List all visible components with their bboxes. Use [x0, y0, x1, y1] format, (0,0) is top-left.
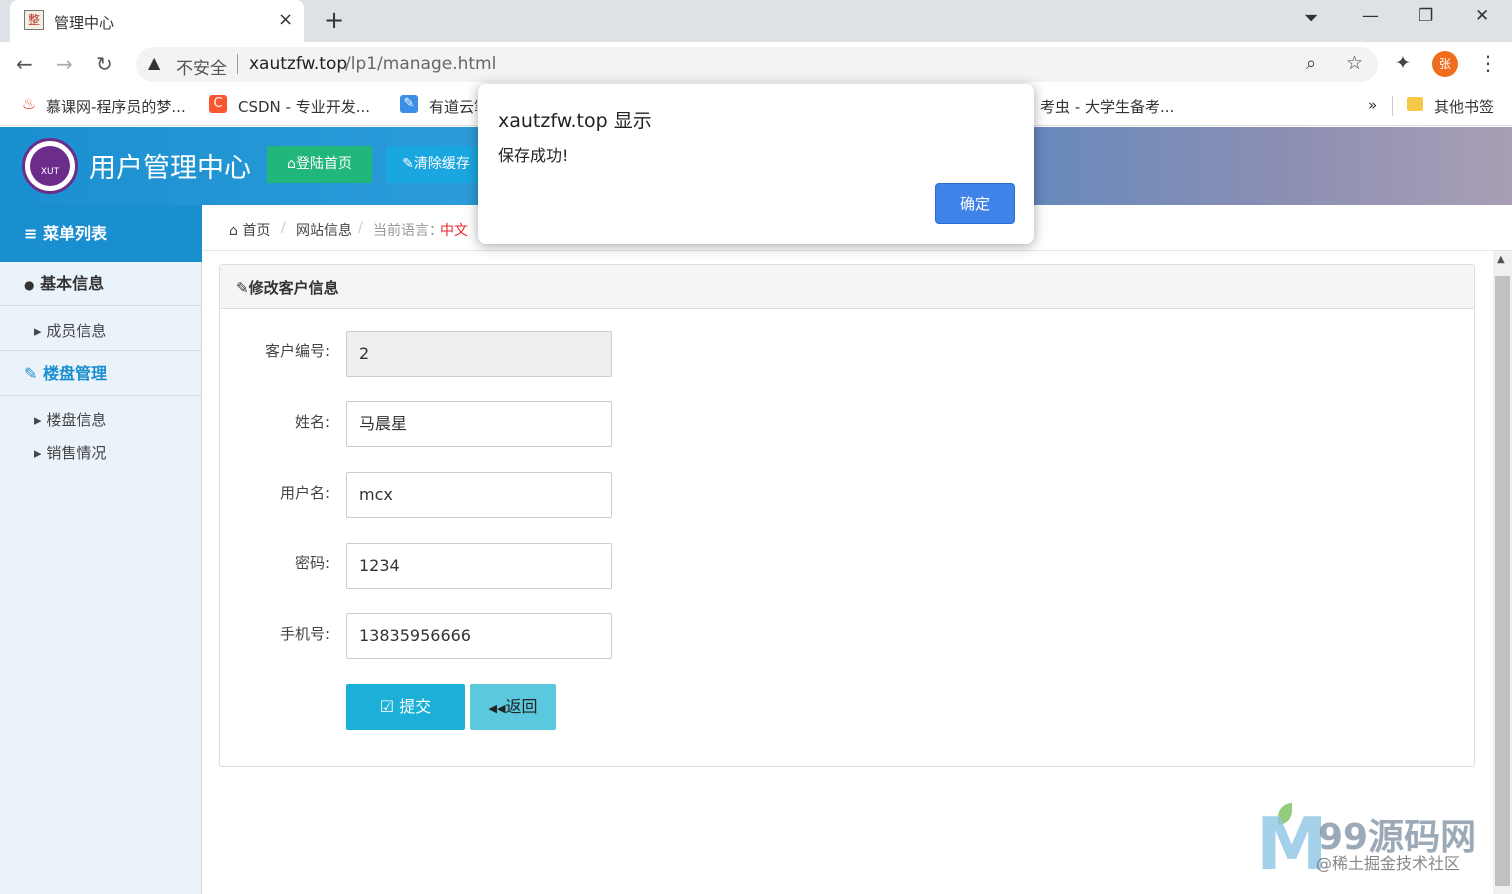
username-label: 用户名: [279, 484, 330, 502]
folder-icon [1407, 97, 1423, 111]
sidebar-item-label: 楼盘信息 [46, 411, 107, 429]
scrollbar-thumb[interactable] [1495, 276, 1510, 886]
phone-field[interactable]: 13835956666 [346, 613, 612, 659]
url-host[interactable]: xautzfw.top [249, 54, 347, 74]
check-square-icon: ☑ [379, 697, 395, 716]
breadcrumb-lang-value: 中文 [440, 223, 468, 239]
menu-list-header[interactable]: ≡ 菜单列表 [0, 205, 202, 262]
sidebar-item-label: 销售情况 [46, 444, 107, 462]
forward-arrow-icon[interactable]: → [56, 52, 73, 76]
browser-menu-icon[interactable]: ⋮ [1478, 51, 1498, 75]
restore-icon[interactable]: ❐ [1418, 6, 1433, 26]
customer-id-label: 客户编号: [264, 342, 330, 360]
caret-right-icon: ▸ [34, 411, 42, 429]
bookmark-kaochong[interactable]: 考虫 - 大学生备考... [1040, 96, 1174, 117]
sidebar-section-basic-info[interactable]: ● 基本信息 [0, 262, 202, 306]
backward-icon: ◀◀ [488, 702, 506, 715]
sidebar-section-property[interactable]: ✎ 楼盘管理 [0, 352, 202, 396]
zoom-icon[interactable]: ⌕ [1306, 53, 1316, 74]
caret-right-icon: ▸ [34, 322, 42, 340]
security-label[interactable]: 不安全 [176, 54, 227, 79]
panel-title: ✎修改客户信息 [236, 277, 339, 298]
username-field[interactable]: mcx [346, 472, 612, 518]
panel-header [220, 265, 1474, 309]
reload-icon[interactable]: ↻ [96, 52, 113, 76]
edit-icon: ✎ [236, 279, 249, 297]
csdn-icon: C [209, 95, 227, 113]
dialog-title: xautzfw.top 显示 [498, 110, 652, 132]
extensions-icon[interactable]: ✦ [1395, 52, 1411, 74]
breadcrumb-separator: / [358, 220, 363, 236]
edit-icon: ✎ [24, 364, 38, 383]
browser-tab[interactable]: 整 管理中心 × [10, 0, 304, 42]
breadcrumb-home-label: 首页 [242, 223, 271, 239]
login-home-button[interactable]: ⌂登陆首页 [267, 146, 372, 183]
dialog-message: 保存成功! [498, 146, 569, 165]
flame-icon: ♨ [20, 94, 38, 113]
caret-right-icon: ▸ [34, 444, 42, 462]
breadcrumb-lang-label: 当前语言： [373, 223, 443, 239]
name-label: 姓名: [294, 413, 330, 431]
sidebar-item-property-info[interactable]: ▸ 楼盘信息 [34, 409, 106, 430]
bookmarks-divider [1392, 96, 1393, 116]
minimize-icon[interactable]: — [1362, 6, 1379, 26]
tab-favicon-icon: 整 [24, 10, 44, 30]
bookmarks-overflow-icon[interactable]: » [1368, 96, 1377, 114]
scroll-up-icon[interactable]: ▲ [1497, 254, 1505, 265]
bookmark-star-icon[interactable]: ☆ [1346, 52, 1363, 74]
breadcrumb-separator: / [281, 220, 286, 236]
back-button[interactable]: ◀◀返回 [470, 684, 556, 730]
sidebar-item-members[interactable]: ▸ 成员信息 [34, 320, 106, 341]
other-bookmarks[interactable]: 其他书签 [1434, 96, 1494, 117]
clear-cache-button[interactable]: ✎清除缓存 [386, 146, 486, 183]
home-icon: ⌂ [287, 156, 296, 172]
profile-avatar[interactable]: 张 [1432, 51, 1458, 77]
wrench-icon: ✎ [402, 156, 414, 172]
menu-list-label: 菜单列表 [42, 224, 107, 243]
clear-cache-label: 清除缓存 [413, 156, 470, 172]
sidebar-section-label: 楼盘管理 [42, 364, 107, 383]
sidebar-item-label: 成员信息 [46, 322, 107, 340]
bookmark-youdao[interactable]: 有道云笔记 [429, 96, 477, 117]
login-home-label: 登陆首页 [295, 156, 352, 172]
tab-close-icon[interactable]: × [278, 9, 293, 30]
sidebar-section-label: 基本信息 [40, 274, 105, 293]
warning-icon[interactable]: ▲ [148, 53, 160, 72]
sidebar-item-sales[interactable]: ▸ 销售情况 [34, 442, 106, 463]
tab-title: 管理中心 [54, 14, 115, 32]
panel-title-label: 修改客户信息 [248, 279, 339, 297]
submit-button[interactable]: ☑ 提交 [346, 684, 465, 730]
new-tab-button[interactable]: + [324, 6, 344, 34]
back-arrow-icon[interactable]: ← [16, 52, 33, 76]
dialog-ok-button[interactable]: 确定 [935, 183, 1015, 224]
tab-search-icon[interactable]: ⏷ [1304, 8, 1318, 29]
password-field[interactable]: 1234 [346, 543, 612, 589]
url-path[interactable]: /lp1/manage.html [345, 54, 496, 74]
password-label: 密码: [294, 554, 330, 572]
list-icon: ≡ [24, 224, 38, 243]
youdao-icon: ✎ [400, 95, 418, 113]
bookmark-csdn[interactable]: CSDN - 专业开发... [238, 96, 370, 117]
watermark-subtitle: @稀土掘金技术社区 [1316, 854, 1461, 873]
breadcrumb-site-info[interactable]: 网站信息 [296, 220, 352, 240]
home-icon: ⌂ [229, 223, 238, 239]
window-close-icon[interactable]: ✕ [1475, 6, 1489, 26]
breadcrumb-home[interactable]: ⌂ 首页 [229, 220, 270, 240]
submit-label: 提交 [399, 697, 432, 716]
name-field[interactable]: 马晨星 [346, 401, 612, 447]
phone-label: 手机号: [279, 625, 330, 643]
app-title: 用户管理中心 [89, 153, 251, 184]
user-icon: ● [24, 278, 35, 292]
back-label: 返回 [505, 697, 538, 716]
customer-id-field: 2 [346, 331, 612, 377]
bookmark-imooc[interactable]: 慕课网-程序员的梦... [46, 96, 186, 117]
logo-emblem: XUT [30, 146, 70, 186]
url-divider [237, 54, 238, 74]
